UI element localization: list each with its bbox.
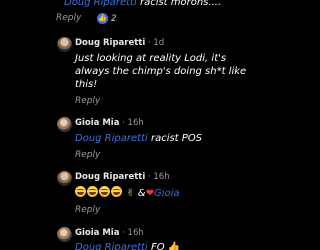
laughing-emoji-icon bbox=[99, 186, 110, 197]
comment-author[interactable]: Doug Riparetti · 1d bbox=[75, 38, 164, 48]
thumbs-up-icon: 👍 bbox=[97, 13, 108, 24]
comment-thread: Doug Riparetti racist morons.... Reply 👍… bbox=[0, 0, 250, 250]
heart-icon: ❤ bbox=[145, 188, 154, 199]
timestamp: · 16h bbox=[119, 228, 144, 238]
timestamp: · 1d bbox=[145, 38, 165, 48]
victory-hand-icon: ✌ bbox=[126, 188, 135, 199]
comment-line: always the chimp's doing sh*t like bbox=[75, 66, 247, 77]
reply-button[interactable]: Reply bbox=[75, 96, 100, 106]
separator-text: & bbox=[137, 188, 146, 199]
like-badge[interactable]: 👍 2 bbox=[97, 13, 116, 24]
comment-body: ✌ &❤Gioia bbox=[75, 186, 180, 200]
comment-author[interactable]: Gioia Mia · 16h bbox=[75, 228, 144, 238]
comment-text: FO bbox=[147, 242, 165, 250]
avatar[interactable] bbox=[57, 37, 72, 52]
reply-button[interactable]: Reply bbox=[75, 150, 100, 160]
comment-line: this! bbox=[75, 79, 98, 90]
avatar[interactable] bbox=[57, 227, 72, 242]
comment-author[interactable]: Doug Riparetti · 16h bbox=[75, 172, 170, 182]
avatar[interactable] bbox=[57, 171, 72, 186]
mention-link[interactable]: Doug Riparetti bbox=[75, 133, 148, 144]
comment-body: Doug Riparetti FO 👍 bbox=[75, 241, 180, 250]
comment-author[interactable]: Gioia Mia · 16h bbox=[75, 118, 144, 128]
reply-button[interactable]: Reply bbox=[75, 205, 100, 215]
comment-text: racist morons.... bbox=[136, 0, 222, 8]
author-name[interactable]: Gioia Mia bbox=[75, 228, 119, 238]
author-name[interactable]: Doug Riparetti bbox=[75, 172, 145, 182]
timestamp: · 16h bbox=[119, 118, 144, 128]
reply-button[interactable]: Reply bbox=[56, 13, 81, 23]
laughing-emoji-icon bbox=[75, 186, 86, 197]
comment-text: racist POS bbox=[147, 133, 203, 144]
mention-link[interactable]: Gioia bbox=[154, 188, 180, 199]
like-count: 2 bbox=[111, 13, 117, 24]
comment-body: Doug Riparetti racist morons.... bbox=[64, 0, 221, 9]
author-name[interactable]: Doug Riparetti bbox=[75, 38, 145, 48]
timestamp: · 16h bbox=[145, 172, 170, 182]
author-name[interactable]: Gioia Mia bbox=[75, 118, 119, 128]
mention-link[interactable]: Doug Riparetti bbox=[64, 0, 137, 8]
avatar[interactable] bbox=[57, 117, 72, 132]
thumbs-up-icon: 👍 bbox=[167, 242, 181, 250]
laughing-emoji-icon bbox=[111, 186, 122, 197]
comment-body: Just looking at reality Lodi, it's alway… bbox=[75, 52, 250, 91]
laughing-emoji-icon bbox=[87, 186, 98, 197]
mention-link[interactable]: Doug Riparetti bbox=[75, 242, 148, 250]
comment-line: Just looking at reality Lodi, it's bbox=[75, 53, 227, 64]
comment-body: Doug Riparetti racist POS bbox=[75, 132, 202, 145]
